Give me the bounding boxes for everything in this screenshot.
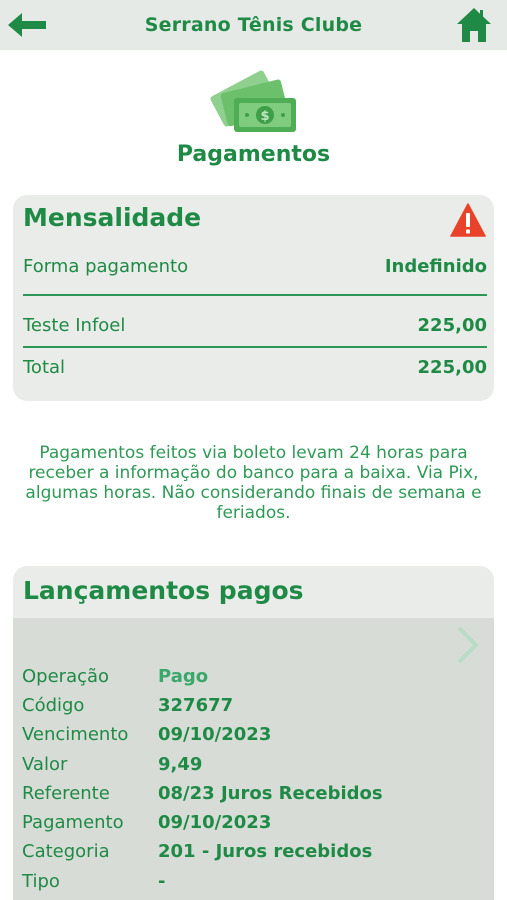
chevron-right-icon[interactable] xyxy=(456,626,480,664)
lancamentos-card: Lançamentos pagos Operação Pago Código 3… xyxy=(13,566,494,900)
total-row: Total 225,00 xyxy=(23,357,487,379)
field-label: Pagamento xyxy=(22,812,124,833)
page-title: Pagamentos xyxy=(176,142,331,167)
field-label: Código xyxy=(22,695,85,716)
field-label: Tipo xyxy=(22,871,60,892)
top-bar: Serrano Tênis Clube xyxy=(0,0,507,50)
field-value: 9,49 xyxy=(158,754,203,775)
field-label: Vencimento xyxy=(22,724,129,745)
item-row: Teste Infoel 225,00 xyxy=(23,315,487,337)
divider xyxy=(23,346,487,348)
field-vencimento: Vencimento 09/10/2023 xyxy=(22,724,482,748)
row-label: Teste Infoel xyxy=(23,315,126,336)
field-value: - xyxy=(158,871,166,892)
field-label: Valor xyxy=(22,754,68,775)
field-referente: Referente 08/23 Juros Recebidos xyxy=(22,783,482,807)
field-pagamento: Pagamento 09/10/2023 xyxy=(22,812,482,836)
field-categoria: Categoria 201 - Juros recebidos xyxy=(22,841,482,865)
row-label: Forma pagamento xyxy=(23,256,189,277)
home-icon[interactable] xyxy=(455,6,493,44)
field-tipo: Tipo - xyxy=(22,871,482,895)
lancamentos-title: Lançamentos pagos xyxy=(23,576,304,605)
field-value: Pago xyxy=(158,666,209,687)
mensalidade-card: Mensalidade Forma pagamento Indefinido T… xyxy=(13,195,494,401)
field-value: 327677 xyxy=(158,695,234,716)
row-value: Indefinido xyxy=(384,256,487,277)
row-label: Total xyxy=(23,357,66,378)
payment-notice: Pagamentos feitos via boleto levam 24 ho… xyxy=(25,443,482,523)
lancamento-item: Operação Pago Código 327677 Vencimento 0… xyxy=(13,618,494,900)
row-value: 225,00 xyxy=(417,315,487,336)
field-operacao: Operação Pago xyxy=(22,666,482,690)
field-label: Referente xyxy=(22,783,110,804)
field-value: 09/10/2023 xyxy=(158,812,272,833)
money-bills-icon: $ xyxy=(210,70,296,132)
field-codigo: Código 327677 xyxy=(22,695,482,719)
field-label: Operação xyxy=(22,666,110,687)
warning-triangle-icon[interactable] xyxy=(450,203,486,237)
field-value: 201 - Juros recebidos xyxy=(158,841,373,862)
field-valor: Valor 9,49 xyxy=(22,754,482,778)
divider xyxy=(23,294,487,296)
app-title: Serrano Tênis Clube xyxy=(144,14,363,36)
field-value: 08/23 Juros Recebidos xyxy=(158,783,383,804)
row-value: 225,00 xyxy=(417,357,487,378)
mensalidade-title: Mensalidade xyxy=(23,203,202,232)
back-arrow-icon[interactable] xyxy=(6,10,48,40)
field-value: 09/10/2023 xyxy=(158,724,272,745)
forma-pagamento-row: Forma pagamento Indefinido xyxy=(23,256,487,278)
svg-text:$: $ xyxy=(260,109,269,124)
field-label: Categoria xyxy=(22,841,110,862)
